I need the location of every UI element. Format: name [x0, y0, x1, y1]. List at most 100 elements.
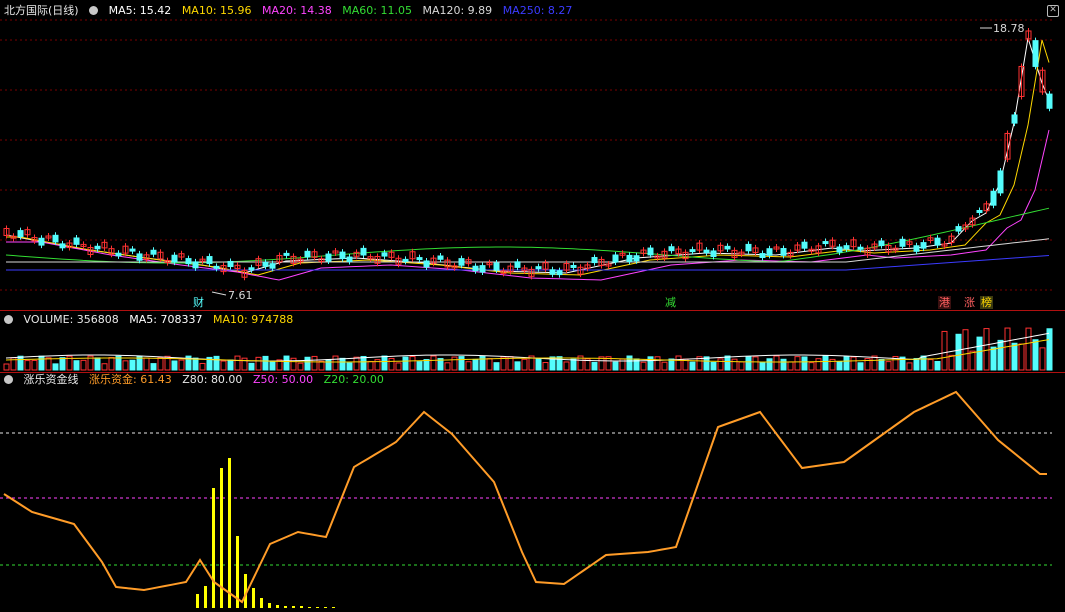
candle: [269, 263, 276, 269]
ma5-line: [5, 37, 1050, 274]
candle: [780, 248, 787, 256]
volume-bar: [955, 333, 962, 371]
volume-bar: [990, 346, 997, 371]
candle: [136, 253, 143, 261]
candle: [612, 254, 619, 263]
candle: [976, 209, 983, 213]
volume-bar: [52, 363, 59, 371]
candle: [535, 266, 542, 270]
marker-cai[interactable]: 财: [192, 296, 205, 309]
candle: [955, 226, 962, 232]
candle: [1046, 93, 1053, 109]
volume-bar: [983, 328, 990, 371]
candle: [171, 254, 178, 263]
volume-bar: [934, 360, 941, 371]
volume-bar: [360, 355, 367, 371]
volume-bar: [80, 359, 87, 371]
signal-bar: [316, 607, 319, 608]
signal-bar: [276, 605, 279, 608]
candle: [626, 254, 633, 262]
candle: [1011, 114, 1018, 124]
volume-bar: [962, 329, 969, 371]
candle: [997, 170, 1004, 194]
candle: [633, 255, 640, 262]
volume-bar: [808, 362, 815, 371]
fund-line: [3, 390, 1047, 604]
volume-bar: [38, 355, 45, 371]
signal-bar: [308, 607, 311, 608]
volume-bar: [591, 361, 598, 371]
indicator-chart: [0, 372, 1065, 608]
volume-bar: [269, 360, 276, 371]
marker-zhang[interactable]: 涨: [963, 296, 976, 309]
candle: [920, 242, 927, 249]
signal-bar: [332, 607, 335, 608]
candle: [766, 248, 773, 256]
volume-bar: [241, 357, 248, 371]
signal-bar: [204, 586, 207, 608]
volume-bar: [171, 360, 178, 371]
candle: [304, 250, 311, 258]
volume-bar: [367, 360, 374, 371]
candle: [822, 241, 829, 245]
candle: [668, 246, 675, 252]
volume-bar: [801, 356, 808, 371]
candle: [899, 238, 906, 247]
volume-bar: [703, 356, 710, 371]
volume-bar: [542, 362, 549, 371]
candle: [248, 267, 255, 271]
volume-bar: [997, 339, 1004, 371]
volume-bar: [738, 361, 745, 371]
candle: [346, 256, 353, 263]
signal-bar: [268, 603, 271, 608]
volume-bar: [339, 357, 346, 371]
volume-bar: [556, 356, 563, 371]
candle: [493, 262, 500, 271]
volume-bar: [227, 359, 234, 371]
signal-bar: [292, 606, 295, 608]
volume-bar: [871, 355, 878, 371]
candle: [836, 246, 843, 253]
candle: [339, 251, 346, 259]
candle: [843, 245, 850, 250]
volume-bar: [780, 358, 787, 371]
volume-bar: [465, 361, 472, 371]
marker-jian[interactable]: 减: [664, 296, 677, 309]
candle: [59, 243, 66, 249]
candle: [759, 253, 766, 259]
volume-bar: [815, 358, 822, 371]
volume-bar: [451, 356, 458, 371]
volume-bar: [647, 356, 654, 371]
volume-bar: [311, 355, 318, 371]
volume-bar: [479, 355, 486, 371]
volume-bar: [472, 358, 479, 371]
volume-bar: [878, 359, 885, 371]
volume-bar: [920, 355, 927, 371]
volume-bar: [234, 355, 241, 371]
candle: [325, 253, 332, 262]
volume-bar: [535, 358, 542, 371]
candle: [423, 260, 430, 268]
marker-gang[interactable]: 港: [938, 296, 951, 309]
candle: [52, 234, 59, 243]
volume-bar: [689, 361, 696, 371]
candle: [514, 261, 521, 268]
volume-bar: [192, 357, 199, 371]
candle: [591, 256, 598, 264]
volume-bar: [423, 359, 430, 371]
volume-bar: [388, 357, 395, 371]
volume-bar: [304, 356, 311, 371]
volume-bar: [94, 357, 101, 371]
candle: [857, 246, 864, 250]
volume-bar: [248, 362, 255, 371]
volume-bar: [843, 356, 850, 371]
candle: [402, 258, 409, 262]
high-price-label: 18.78: [993, 22, 1025, 35]
marker-bang[interactable]: 榜: [980, 296, 993, 309]
volume-bar: [514, 361, 521, 371]
candle: [17, 230, 24, 238]
volume-bar: [24, 360, 31, 371]
volume-chart: [0, 310, 1065, 371]
candle: [416, 257, 423, 261]
candle: [724, 245, 731, 250]
